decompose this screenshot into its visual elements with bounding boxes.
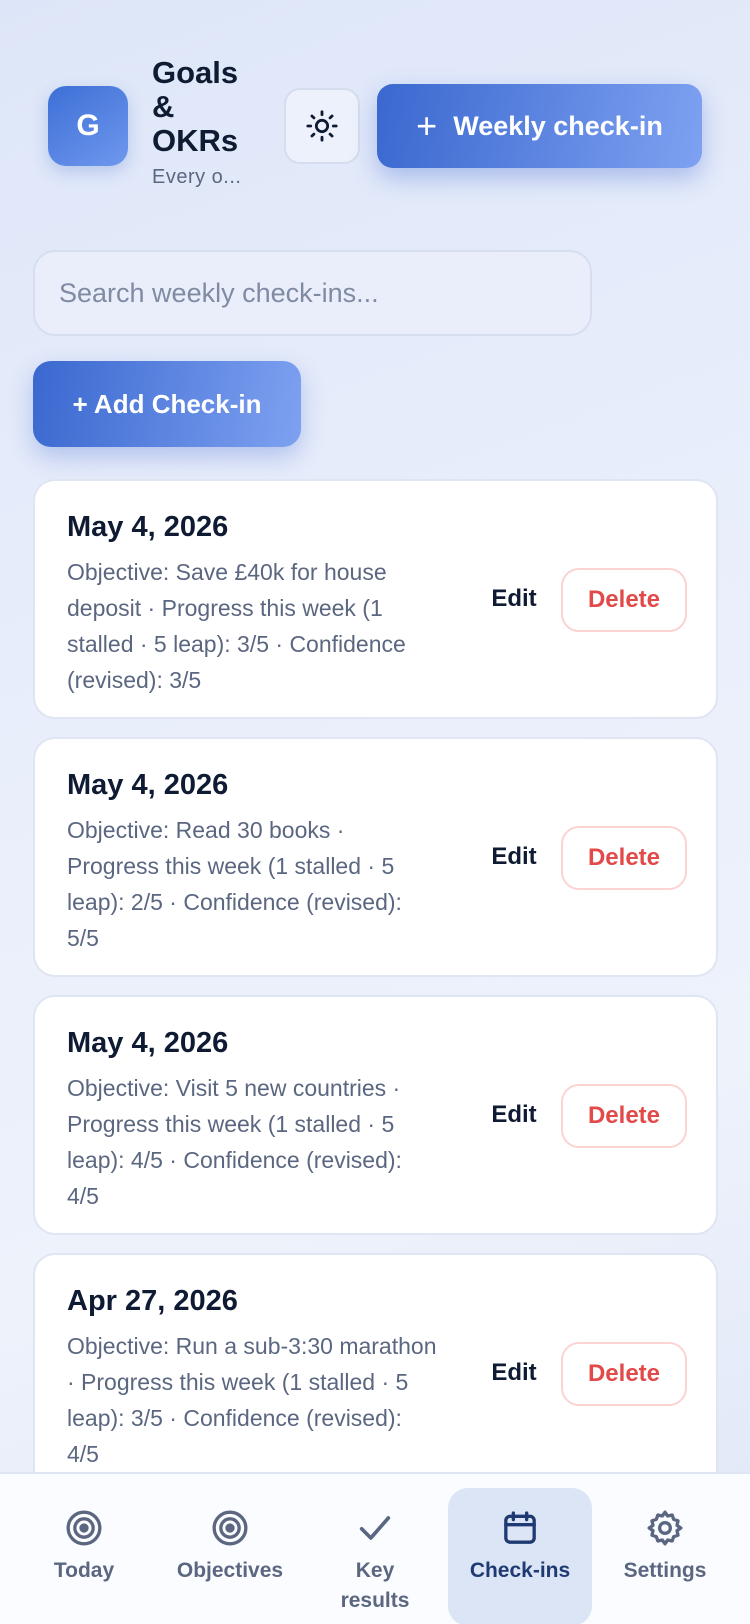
checkin-description: Objective: Save £40k for house deposit ·… [67,559,406,693]
bottom-nav: Today Objectives Key results Check-ins S… [0,1472,750,1624]
theme-toggle-button[interactable] [284,88,360,164]
nav-label: Settings [623,1559,707,1582]
nav-item-objectives[interactable]: Objectives [158,1488,302,1624]
calendar-icon [504,1511,536,1544]
gear-icon [647,1510,683,1546]
check-icon [359,1516,391,1540]
checkin-card: May 4, 2026 Objective: Save £40k for hou… [33,479,718,719]
delete-button[interactable]: Delete [561,568,687,632]
delete-button[interactable]: Delete [561,1342,687,1406]
edit-button[interactable]: Edit [479,827,549,887]
weekly-checkin-label: Weekly check-in [453,110,663,141]
app-logo: G [48,86,128,166]
checkin-date: Apr 27, 2026 [67,1285,238,1317]
checkin-date: May 4, 2026 [67,1027,229,1059]
edit-button[interactable]: Edit [479,1343,549,1403]
checkin-date: May 4, 2026 [67,511,229,543]
app-subtitle: Every o... [152,166,242,188]
app-title: Goals & OKRs [152,55,239,158]
nav-label: Today [53,1559,115,1582]
checkin-date: May 4, 2026 [67,769,229,801]
plus-icon: + [416,105,438,146]
target-icon [212,1510,248,1546]
checkin-description: Objective: Run a sub-3:30 marathon · Pro… [67,1333,437,1467]
sun-icon [306,110,338,142]
edit-button[interactable]: Edit [479,1085,549,1145]
nav-item-settings[interactable]: Settings [593,1488,737,1624]
checkin-card: May 4, 2026 Objective: Read 30 books · P… [33,737,718,977]
delete-button[interactable]: Delete [561,826,687,890]
weekly-checkin-button[interactable]: + Weekly check-in [377,84,702,168]
app-header: G Goals & OKRs Every o... + Weekly check… [0,0,750,220]
nav-item-check-ins[interactable]: Check-ins [448,1488,592,1624]
delete-button[interactable]: Delete [561,1084,687,1148]
checkin-card: Apr 27, 2026 Objective: Run a sub-3:30 m… [33,1253,718,1493]
edit-button[interactable]: Edit [479,569,549,629]
nav-item-today[interactable]: Today [12,1488,156,1624]
checkin-card: May 4, 2026 Objective: Visit 5 new count… [33,995,718,1235]
search-input[interactable] [33,250,592,336]
nav-label: Key results [340,1559,410,1612]
checkin-description: Objective: Visit 5 new countries · Progr… [67,1075,402,1209]
checkin-description: Objective: Read 30 books · Progress this… [67,817,402,951]
target-icon [66,1510,102,1546]
nav-label: Objectives [176,1559,284,1582]
nav-label: Check-ins [469,1559,571,1582]
nav-item-key-results[interactable]: Key results [303,1488,447,1624]
add-checkin-button[interactable]: + Add Check-in [33,361,301,447]
